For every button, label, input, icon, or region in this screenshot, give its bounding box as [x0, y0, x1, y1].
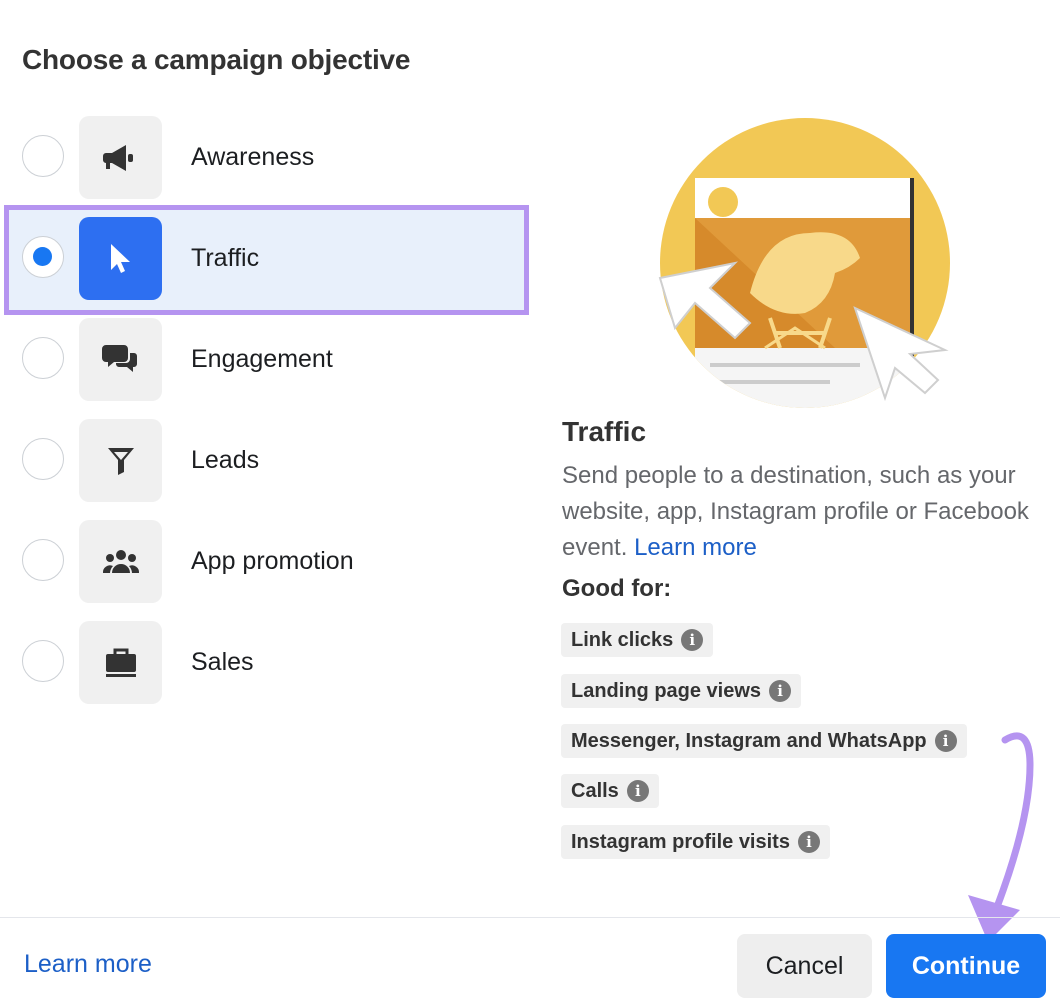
- good-for-pill: Instagram profile visits i: [561, 825, 830, 859]
- radio-button[interactable]: [22, 539, 64, 581]
- pill-label: Instagram profile visits: [571, 830, 790, 853]
- cancel-button[interactable]: Cancel: [737, 934, 872, 998]
- objective-sales[interactable]: Sales: [0, 620, 530, 720]
- info-icon[interactable]: i: [681, 629, 704, 651]
- annotation-arrow: [968, 732, 1034, 942]
- continue-button[interactable]: Continue: [886, 934, 1046, 998]
- megaphone-icon: [79, 116, 162, 199]
- detail-learn-more-link[interactable]: Learn more: [634, 534, 757, 561]
- info-icon[interactable]: i: [934, 730, 957, 752]
- objective-label: Leads: [191, 446, 260, 474]
- objective-label: App promotion: [191, 547, 354, 575]
- radio-button-selected[interactable]: [22, 236, 64, 278]
- detail-description-text: Send people to a destination, such as yo…: [562, 462, 1029, 561]
- objective-label: Sales: [191, 648, 254, 676]
- radio-button[interactable]: [22, 337, 64, 379]
- good-for-pill: Link clicks i: [561, 623, 714, 657]
- pill-label: Link clicks: [571, 628, 674, 651]
- footer-learn-more-link[interactable]: Learn more: [24, 950, 152, 979]
- pill-label: Messenger, Instagram and WhatsApp: [571, 729, 927, 752]
- detail-title: Traffic: [562, 416, 647, 447]
- chat-bubbles-icon: [79, 318, 162, 401]
- radio-dot: [33, 247, 52, 266]
- objective-app-promotion[interactable]: App promotion: [0, 519, 530, 619]
- objective-awareness[interactable]: Awareness: [0, 115, 530, 215]
- radio-button[interactable]: [22, 135, 64, 177]
- traffic-illustration: [658, 118, 950, 408]
- cursor-icon: [79, 217, 162, 300]
- funnel-icon: [79, 419, 162, 502]
- good-for-pill: Calls i: [561, 774, 659, 808]
- objective-label: Engagement: [191, 345, 333, 373]
- info-icon[interactable]: i: [769, 680, 792, 702]
- dialog-title: Choose a campaign objective: [22, 44, 411, 75]
- objective-leads[interactable]: Leads: [0, 418, 530, 518]
- pill-label: Calls: [571, 779, 619, 802]
- good-for-pill: Messenger, Instagram and WhatsApp i: [561, 724, 967, 758]
- radio-button[interactable]: [22, 640, 64, 682]
- briefcase-icon: [79, 621, 162, 704]
- people-icon: [79, 520, 162, 603]
- info-icon[interactable]: i: [626, 780, 649, 802]
- objective-label: Traffic: [191, 244, 260, 272]
- good-for-pill: Landing page views i: [561, 674, 802, 708]
- detail-description: Send people to a destination, such as yo…: [562, 458, 1042, 566]
- objective-traffic[interactable]: Traffic: [0, 216, 530, 316]
- pill-label: Landing page views: [571, 679, 762, 702]
- info-icon[interactable]: i: [797, 831, 820, 853]
- objective-engagement[interactable]: Engagement: [0, 317, 530, 417]
- objective-label: Awareness: [191, 143, 315, 171]
- good-for-label: Good for:: [562, 575, 672, 602]
- radio-button[interactable]: [22, 438, 64, 480]
- footer-divider: [0, 917, 1060, 918]
